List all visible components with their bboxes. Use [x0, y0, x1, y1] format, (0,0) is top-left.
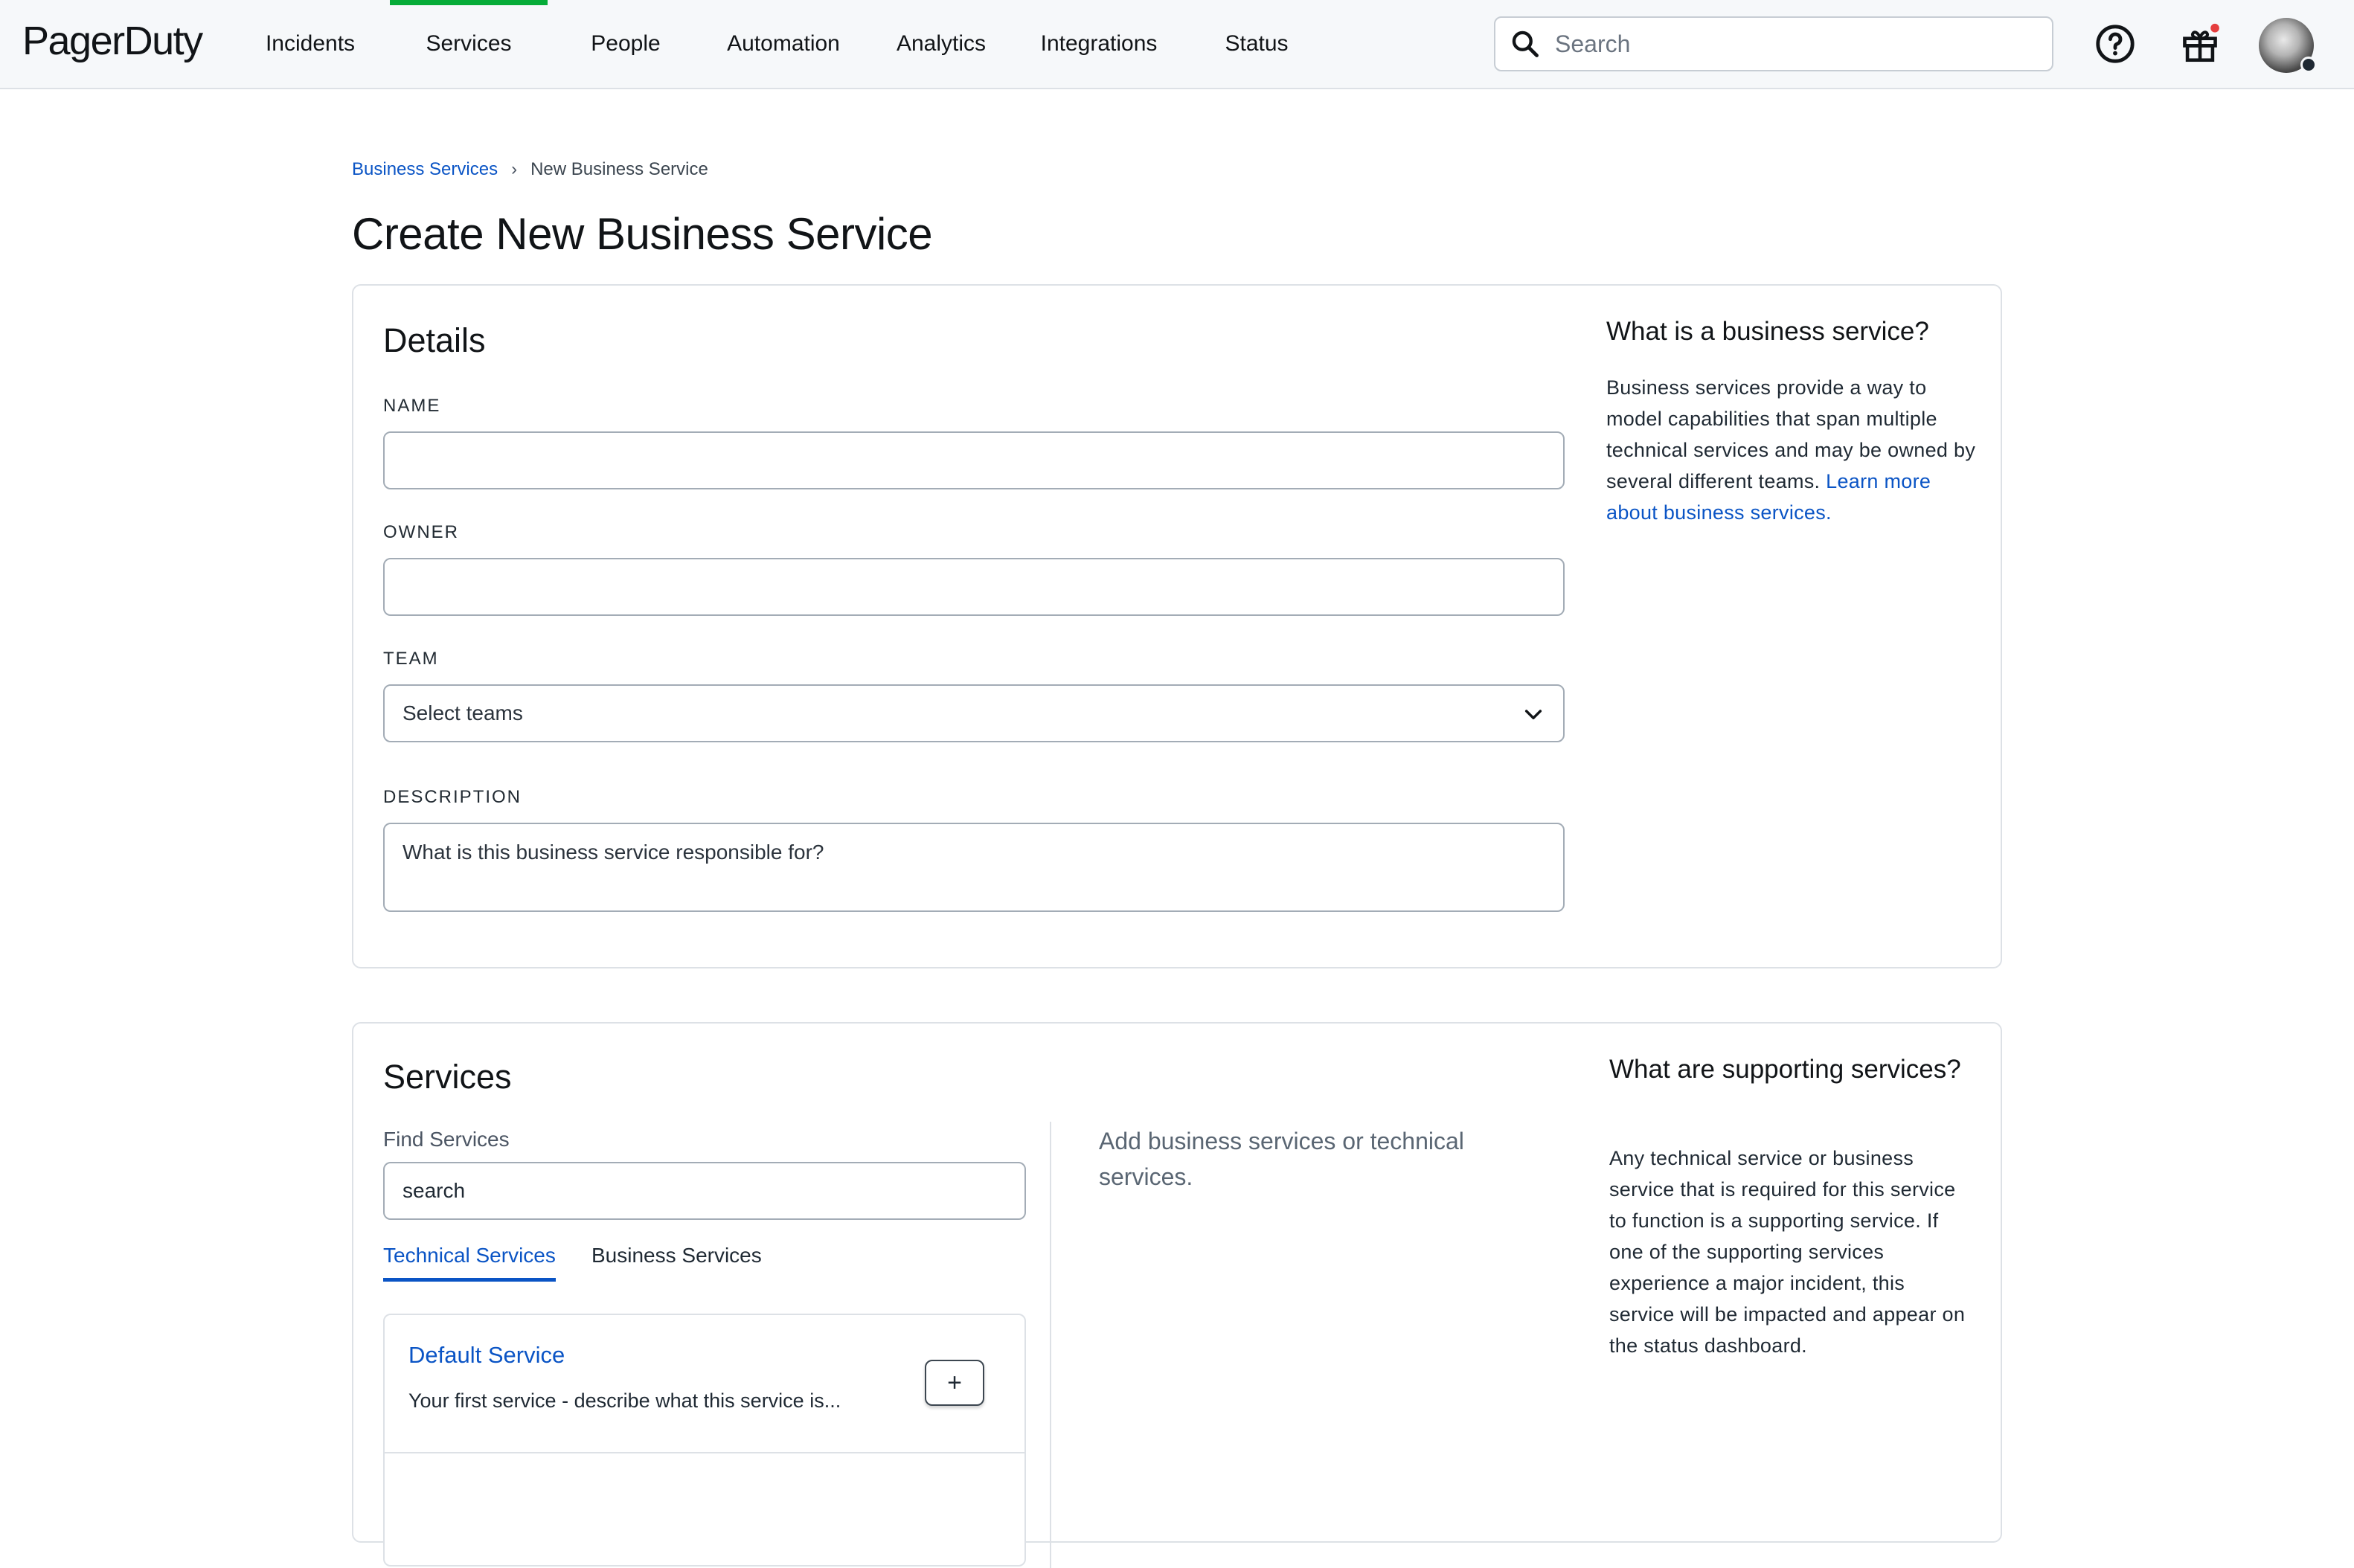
- service-list-item: Default Service Your first service - des…: [385, 1315, 1024, 1453]
- help-icon[interactable]: [2094, 22, 2137, 65]
- breadcrumb-current-page: New Business Service: [530, 159, 708, 179]
- search-icon: [1512, 30, 1539, 57]
- global-search[interactable]: [1494, 16, 2053, 71]
- team-select[interactable]: Select teams: [383, 684, 1565, 742]
- gift-icon[interactable]: [2178, 22, 2222, 65]
- nav-item-integrations[interactable]: Integrations: [1031, 0, 1167, 88]
- name-field-label: NAME: [383, 396, 441, 416]
- find-services-label: Find Services: [383, 1128, 510, 1151]
- breadcrumb-business-services-link[interactable]: Business Services: [352, 159, 498, 180]
- tab-technical-services[interactable]: Technical Services: [383, 1244, 556, 1282]
- service-description: Your first service - describe what this …: [408, 1389, 841, 1412]
- user-status-indicator: [2300, 57, 2317, 73]
- team-select-value: Select teams: [403, 701, 523, 724]
- chevron-down-icon: [1524, 710, 1542, 720]
- service-list: Default Service Your first service - des…: [383, 1314, 1026, 1567]
- nav-item-status[interactable]: Status: [1205, 0, 1308, 88]
- column-divider: [1050, 1122, 1051, 1568]
- nav-item-people[interactable]: People: [576, 0, 676, 88]
- details-card: Details NAME OWNER TEAM Select teams DES…: [352, 284, 2002, 968]
- top-navigation-bar: PagerDuty Incidents Services People Auto…: [0, 0, 2354, 89]
- add-service-button[interactable]: +: [925, 1360, 984, 1406]
- search-input[interactable]: [1553, 29, 2030, 59]
- supporting-services-help-text: Any technical service or business servic…: [1609, 1147, 1966, 1357]
- nav-item-incidents[interactable]: Incidents: [253, 0, 368, 88]
- tab-business-services[interactable]: Business Services: [591, 1244, 762, 1278]
- pagerduty-logo[interactable]: PagerDuty: [22, 18, 203, 64]
- description-textarea[interactable]: What is this business service responsibl…: [383, 823, 1565, 912]
- nav-item-analytics[interactable]: Analytics: [885, 0, 997, 88]
- nav-item-automation[interactable]: Automation: [717, 0, 850, 88]
- supporting-services-help-title: What are supporting services?: [1609, 1055, 1961, 1084]
- description-placeholder: What is this business service responsibl…: [403, 841, 824, 864]
- selected-services-empty-state: Add business services or technical servi…: [1099, 1128, 1464, 1190]
- details-section-title: Details: [383, 321, 486, 359]
- breadcrumb: Business Services › New Business Service: [352, 159, 708, 180]
- name-input[interactable]: [383, 431, 1565, 489]
- services-card: Services Find Services Technical Service…: [352, 1022, 2002, 1568]
- nav-item-services[interactable]: Services: [390, 0, 548, 88]
- owner-field-label: OWNER: [383, 522, 459, 542]
- business-service-help-text: Business services provide a way to model…: [1606, 372, 1980, 528]
- services-section-title: Services: [383, 1058, 512, 1096]
- description-field-label: DESCRIPTION: [383, 787, 522, 807]
- team-field-label: TEAM: [383, 649, 439, 669]
- page-title: Create New Business Service: [352, 209, 933, 259]
- service-name-link[interactable]: Default Service: [408, 1342, 565, 1369]
- breadcrumb-separator: ›: [511, 159, 518, 179]
- business-service-help-title: What is a business service?: [1606, 317, 1929, 346]
- owner-input[interactable]: [383, 558, 1565, 616]
- find-services-input[interactable]: [383, 1162, 1026, 1220]
